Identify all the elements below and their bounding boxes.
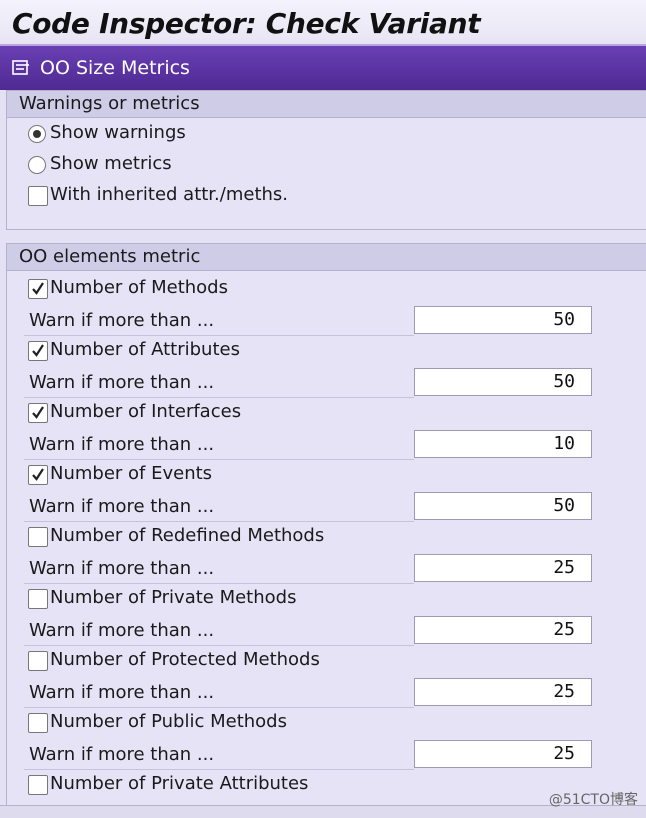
checkbox-label: With inherited attr./meths.	[50, 184, 289, 205]
elements-group-title: OO elements metric	[7, 244, 646, 271]
warn-label: Warn if more than ...	[29, 682, 215, 703]
warn-row: Warn if more than ...	[24, 369, 414, 398]
checkbox-label: Number of Interfaces	[50, 401, 242, 422]
warn-label: Warn if more than ...	[29, 496, 215, 517]
watermark: @51CTO博客	[548, 792, 638, 808]
tab-label: OO Size Metrics	[40, 57, 190, 79]
checkbox[interactable]	[28, 589, 48, 609]
warn-row: Warn if more than ...	[24, 741, 414, 770]
warn-label: Warn if more than ...	[29, 372, 215, 393]
checkbox-label: Number of Methods	[50, 277, 228, 298]
warnings-group-title: Warnings or metrics	[7, 91, 646, 118]
warn-row: Warn if more than ...	[24, 555, 414, 584]
threshold-input-redefined-methods[interactable]: 25	[414, 554, 592, 582]
checkbox[interactable]	[28, 279, 48, 299]
warn-row: Warn if more than ...	[24, 679, 414, 708]
document-edit-icon	[12, 60, 29, 75]
window-title: Code Inspector: Check Variant	[12, 7, 481, 40]
checkmark-icon	[32, 344, 44, 357]
checkbox[interactable]	[28, 186, 48, 206]
threshold-input-events[interactable]: 50	[414, 492, 592, 520]
radio-label: Show warnings	[50, 122, 186, 143]
checkbox[interactable]	[28, 403, 48, 423]
warn-label: Warn if more than ...	[29, 744, 215, 765]
threshold-input-methods[interactable]: 50	[414, 306, 592, 334]
checkbox[interactable]	[28, 713, 48, 733]
checkbox-label: Number of Redefined Methods	[50, 525, 325, 546]
warn-row: Warn if more than ...	[24, 493, 414, 522]
warn-row: Warn if more than ...	[24, 307, 414, 336]
warn-label: Warn if more than ...	[29, 434, 215, 455]
warn-label: Warn if more than ...	[29, 558, 215, 579]
radio-button[interactable]	[28, 156, 46, 174]
checkbox[interactable]	[28, 527, 48, 547]
tab-oo-size-metrics[interactable]: OO Size Metrics	[0, 44, 646, 90]
checkmark-icon	[32, 406, 44, 419]
threshold-input-attributes[interactable]: 50	[414, 368, 592, 396]
checkbox-label: Number of Public Methods	[50, 711, 287, 732]
warn-row: Warn if more than ...	[24, 617, 414, 646]
radio-button[interactable]	[28, 125, 46, 143]
checkbox[interactable]	[28, 651, 48, 671]
radio-label: Show metrics	[50, 153, 172, 174]
warn-label: Warn if more than ...	[29, 620, 215, 641]
checkbox[interactable]	[28, 465, 48, 485]
threshold-input-protected-methods[interactable]: 25	[414, 678, 592, 706]
checkbox-label: Number of Events	[50, 463, 213, 484]
checkbox-label: Number of Private Methods	[50, 587, 297, 608]
threshold-input-public-methods[interactable]: 25	[414, 740, 592, 768]
checkbox[interactable]	[28, 775, 48, 795]
threshold-input-interfaces[interactable]: 10	[414, 430, 592, 458]
window-title-bar: Code Inspector: Check Variant	[0, 0, 646, 44]
threshold-input-private-methods[interactable]: 25	[414, 616, 592, 644]
checkmark-icon	[32, 468, 44, 481]
checkbox[interactable]	[28, 341, 48, 361]
checkmark-icon	[32, 282, 44, 295]
checkbox-label: Number of Attributes	[50, 339, 240, 360]
checkbox-label: Number of Private Attributes	[50, 773, 309, 794]
warn-label: Warn if more than ...	[29, 310, 215, 331]
checkbox-label: Number of Protected Methods	[50, 649, 320, 670]
warn-row: Warn if more than ...	[24, 431, 414, 460]
